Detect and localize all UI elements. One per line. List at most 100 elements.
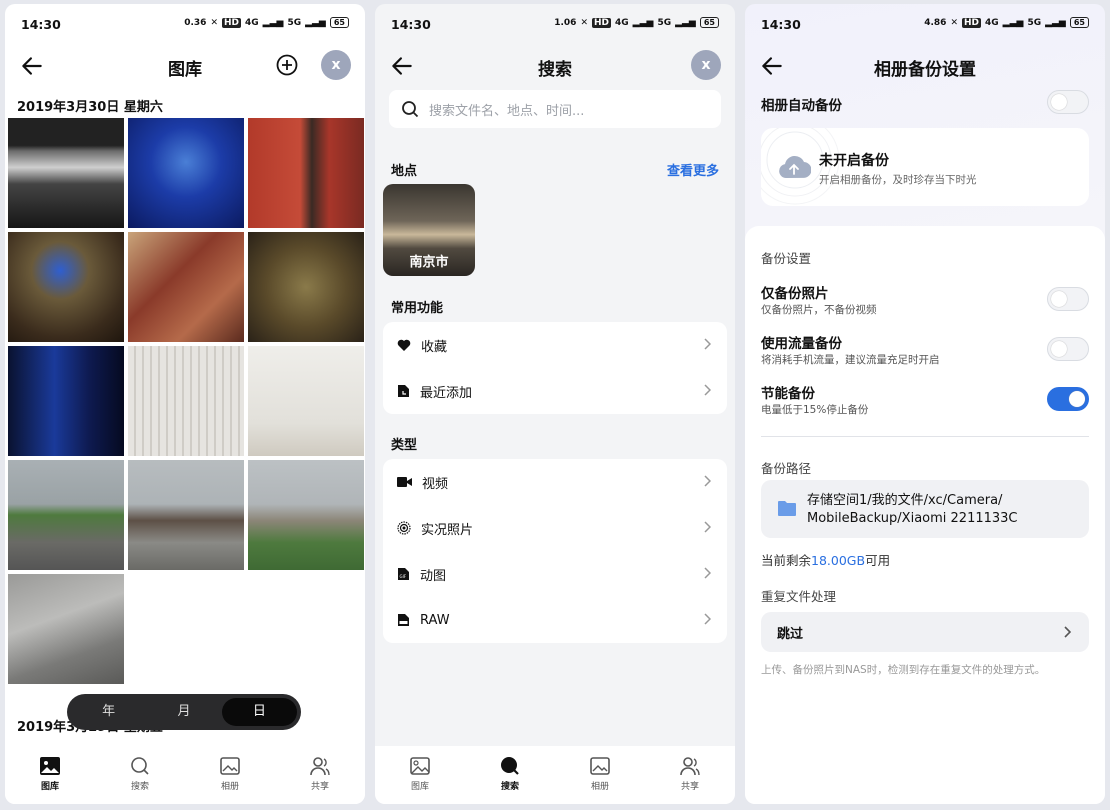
tab-album[interactable]: 相册 <box>555 746 645 804</box>
chevron-right-icon <box>704 613 711 625</box>
tab-label: 相册 <box>220 782 239 792</box>
tab-album[interactable]: 相册 <box>185 746 275 804</box>
backup-status-subtitle: 开启相册备份，及时珍存当下时光 <box>819 174 977 186</box>
cloud-upload-icon <box>779 156 811 178</box>
tab-label: 相册 <box>590 782 609 792</box>
section-title-common: 常用功能 <box>391 301 444 316</box>
photo-thumbnail[interactable] <box>128 118 244 228</box>
path-line-2: MobileBackup/Xiaomi 2211133C <box>807 511 1018 526</box>
signal-icon: ▂▃▅ <box>305 17 326 28</box>
live-photo-icon <box>397 521 411 535</box>
view-mode-switcher: 年 月 日 <box>67 694 301 730</box>
gallery-screen: 14:30 0.36 ✕ HD 4G ▂▃▅ 5G ▂▃▅ 65 图库 x 20… <box>5 4 365 804</box>
power-save-toggle[interactable] <box>1047 387 1089 411</box>
tab-label: 图库 <box>410 782 429 792</box>
status-bar: 14:30 4.86 ✕ HD 4G ▂▃▅ 5G ▂▃▅ 65 <box>745 4 1105 44</box>
row-label: 动图 <box>420 568 447 584</box>
raw-file-icon <box>398 614 409 626</box>
video-row[interactable]: 视频 <box>383 459 727 505</box>
mobile-data-toggle[interactable] <box>1047 337 1089 361</box>
mute-icon: ✕ <box>210 17 218 28</box>
photo-thumbnail[interactable] <box>128 232 244 342</box>
hd-badge: HD <box>222 17 242 28</box>
section-title-duplicates: 重复文件处理 <box>761 589 837 604</box>
segment-day[interactable]: 日 <box>221 698 297 726</box>
status-icons: 1.06 ✕ HD 4G ▂▃▅ 5G ▂▃▅ 65 <box>554 17 719 28</box>
network-4g: 4G <box>615 17 629 28</box>
status-time: 14:30 <box>391 17 431 32</box>
photo-thumbnail[interactable] <box>248 118 364 228</box>
battery-icon: 65 <box>329 17 349 28</box>
image-icon <box>40 757 60 775</box>
place-card[interactable]: 南京市 <box>383 184 475 276</box>
tab-gallery[interactable]: 图库 <box>375 746 465 804</box>
live-photo-row[interactable]: 实况照片 <box>383 505 727 551</box>
tab-gallery[interactable]: 图库 <box>5 746 95 804</box>
avatar[interactable]: x <box>321 50 351 80</box>
network-5g: 5G <box>287 17 302 28</box>
page-title: 搜索 <box>538 60 572 80</box>
view-more-link[interactable]: 查看更多 <box>667 160 719 179</box>
photo-thumbnail[interactable] <box>8 460 124 570</box>
status-icons: 0.36 ✕ HD 4G ▂▃▅ 5G ▂▃▅ 65 <box>184 17 349 28</box>
section-title-places: 地点 <box>391 164 418 179</box>
power-save-label: 节能备份 <box>761 386 815 402</box>
remaining-prefix: 当前剩余 <box>761 553 812 568</box>
photo-thumbnail[interactable] <box>128 460 244 570</box>
chevron-right-icon <box>704 475 711 487</box>
segment-year[interactable]: 年 <box>71 698 146 726</box>
tab-share[interactable]: 共享 <box>645 746 735 804</box>
auto-backup-toggle[interactable] <box>1047 90 1089 114</box>
search-placeholder: 搜索文件名、地点、时间... <box>429 103 585 119</box>
raw-row[interactable]: RAW <box>383 597 727 643</box>
hd-badge: HD <box>962 17 982 28</box>
remaining-value: 18.00GB <box>811 553 866 568</box>
battery-icon: 65 <box>699 17 719 28</box>
signal-icon: ▂▃▅ <box>262 17 284 28</box>
add-circle-icon[interactable] <box>275 53 299 77</box>
photo-thumbnail[interactable] <box>8 118 124 228</box>
gif-file-icon: GIF <box>398 568 409 580</box>
row-label: 最近添加 <box>420 385 473 401</box>
photo-thumbnail[interactable] <box>8 574 124 684</box>
photo-thumbnail[interactable] <box>8 232 124 342</box>
image-icon <box>410 757 430 775</box>
search-screen: 14:30 1.06 ✕ HD 4G ▂▃▅ 5G ▂▃▅ 65 搜索 x 搜索… <box>375 4 735 804</box>
remaining-suffix: 可用 <box>865 553 891 568</box>
signal-icon: ▂▃▅ <box>1002 17 1024 28</box>
avatar[interactable]: x <box>691 50 721 80</box>
photo-thumbnail[interactable] <box>248 460 364 570</box>
search-icon <box>402 101 419 118</box>
photo-thumbnail[interactable] <box>128 346 244 456</box>
types-card: 视频 实况照片 GIF 动图 RAW <box>383 459 727 643</box>
tab-search[interactable]: 搜索 <box>95 746 185 804</box>
duplicate-handling-value: 跳过 <box>777 627 804 642</box>
search-icon <box>131 757 149 775</box>
photos-only-toggle[interactable] <box>1047 287 1089 311</box>
recent-row[interactable]: 最近添加 <box>383 368 727 414</box>
row-label: 视频 <box>422 476 449 492</box>
backup-path-field[interactable]: 存储空间1/我的文件/xc/Camera/ MobileBackup/Xiaom… <box>761 480 1089 538</box>
tab-label: 图库 <box>40 782 59 792</box>
photo-thumbnail[interactable] <box>248 232 364 342</box>
duplicate-handling-select[interactable]: 跳过 <box>761 612 1089 652</box>
signal-icon: ▂▃▅ <box>1045 17 1066 28</box>
hd-badge: HD <box>592 17 612 28</box>
segment-month[interactable]: 月 <box>146 698 221 726</box>
mute-icon: ✕ <box>580 17 588 28</box>
search-input[interactable]: 搜索文件名、地点、时间... <box>389 90 721 128</box>
folder-icon <box>778 501 796 516</box>
tab-search[interactable]: 搜索 <box>465 746 555 804</box>
mobile-data-label: 使用流量备份 <box>761 336 842 352</box>
photos-only-label: 仅备份照片 <box>761 286 829 302</box>
status-time: 14:30 <box>21 17 61 32</box>
mute-icon: ✕ <box>950 17 958 28</box>
tab-share[interactable]: 共享 <box>275 746 365 804</box>
photo-thumbnail[interactable] <box>8 346 124 456</box>
chevron-right-icon <box>704 521 711 533</box>
photo-thumbnail[interactable] <box>248 346 364 456</box>
gif-row[interactable]: GIF 动图 <box>383 551 727 597</box>
favorites-row[interactable]: 收藏 <box>383 322 727 368</box>
tab-label: 搜索 <box>130 782 149 792</box>
status-bar: 14:30 1.06 ✕ HD 4G ▂▃▅ 5G ▂▃▅ 65 <box>375 4 735 44</box>
